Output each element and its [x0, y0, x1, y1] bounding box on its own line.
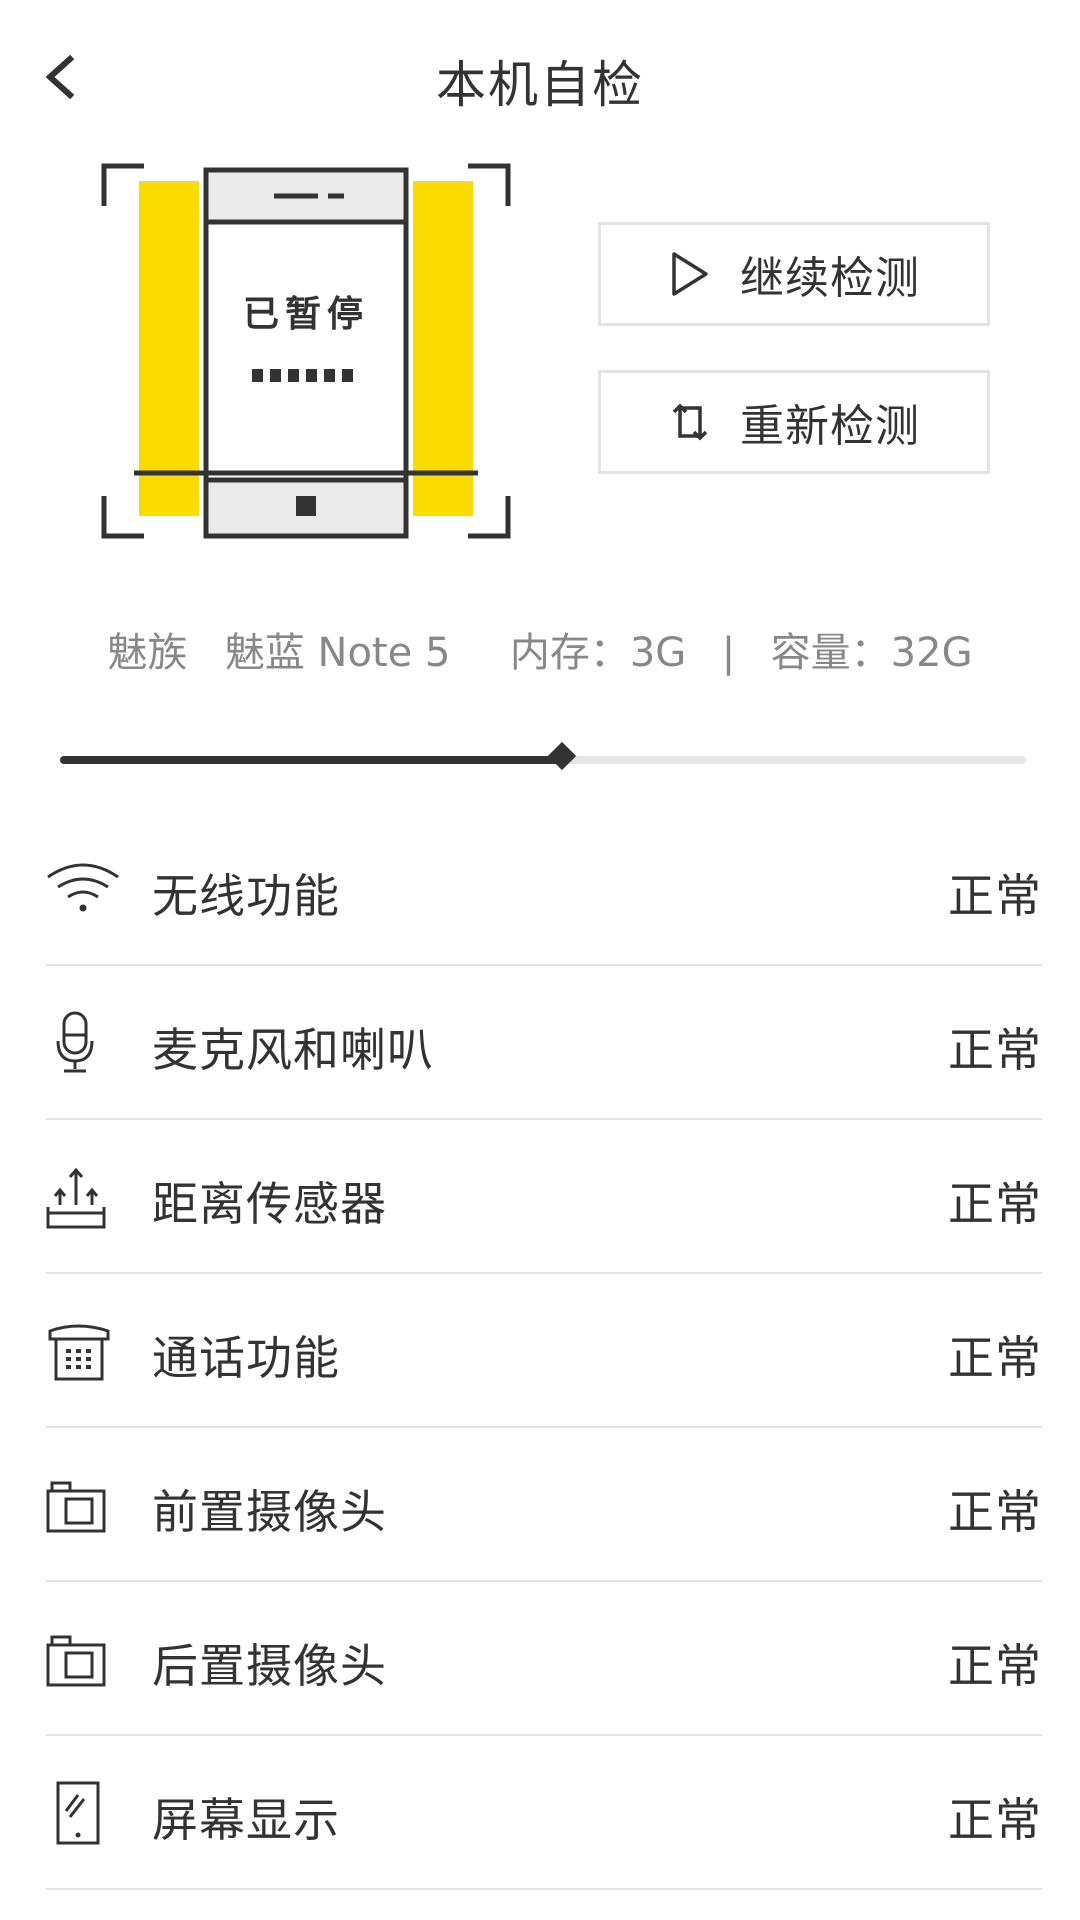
list-item-rear-camera[interactable]: 后置摄像头 正常 [46, 1582, 1042, 1736]
refresh-icon [672, 403, 708, 441]
restart-check-label: 重新检测 [740, 401, 920, 452]
list-item-screen[interactable]: 屏幕显示 正常 [46, 1736, 1042, 1890]
header-bar: 本机自检 [0, 0, 1080, 150]
memory-info: 内存：3G [509, 630, 687, 676]
item-label: 后置摄像头 [152, 1639, 387, 1693]
item-label: 距离传感器 [152, 1177, 387, 1231]
continue-check-label: 继续检测 [740, 253, 920, 304]
device-model: 魅蓝 Note 5 [224, 630, 451, 676]
list-item-front-camera[interactable]: 前置摄像头 正常 [46, 1428, 1042, 1582]
item-label: 无线功能 [152, 869, 340, 923]
device-brand: 魅族 [107, 630, 188, 676]
item-status: 正常 [948, 1793, 1042, 1847]
progress-thumb [548, 741, 577, 771]
list-item-wireless[interactable]: 无线功能 正常 [46, 812, 1042, 966]
item-status: 正常 [948, 1485, 1042, 1539]
item-label: 麦克风和喇叭 [152, 1023, 434, 1077]
item-status: 正常 [948, 869, 1042, 923]
page-title: 本机自检 [436, 56, 644, 114]
device-info: 魅族 魅蓝 Note 5 内存：3G | 容量：32G [0, 620, 1080, 678]
list-item-proximity-sensor[interactable]: 距离传感器 正常 [46, 1120, 1042, 1274]
microphone-icon [56, 1011, 94, 1073]
play-icon [672, 252, 708, 296]
wifi-icon [47, 863, 119, 912]
list-item-call[interactable]: 通话功能 正常 [46, 1274, 1042, 1428]
continue-check-button[interactable]: 继续检测 [598, 222, 990, 326]
progress-fill [60, 756, 563, 764]
info-separator: | [721, 630, 736, 676]
item-label: 屏幕显示 [152, 1793, 340, 1847]
item-status: 正常 [948, 1331, 1042, 1385]
screen-icon [56, 1781, 100, 1845]
front-camera-icon [46, 1481, 106, 1533]
accent-panel-left [139, 181, 199, 516]
rear-camera-icon [46, 1635, 106, 1687]
check-list: 无线功能 正常 麦克风和喇叭 正常 距离传感器 正常 通话功能 正常 前置摄像头… [46, 812, 1042, 1890]
proximity-sensor-icon [46, 1167, 106, 1229]
paused-text: 已暂停 [243, 294, 369, 335]
item-status: 正常 [948, 1023, 1042, 1077]
list-item-microphone[interactable]: 麦克风和喇叭 正常 [46, 966, 1042, 1120]
accent-panel-right [413, 181, 473, 516]
restart-check-button[interactable]: 重新检测 [598, 370, 990, 474]
item-label: 前置摄像头 [152, 1485, 387, 1539]
item-label: 通话功能 [152, 1331, 340, 1385]
item-status: 正常 [948, 1639, 1042, 1693]
phone-scan-illustration: 已暂停 [96, 156, 516, 546]
storage-info: 容量：32G [770, 630, 973, 676]
check-progress-bar [60, 741, 1026, 771]
item-status: 正常 [948, 1177, 1042, 1231]
telephone-icon [48, 1324, 110, 1381]
